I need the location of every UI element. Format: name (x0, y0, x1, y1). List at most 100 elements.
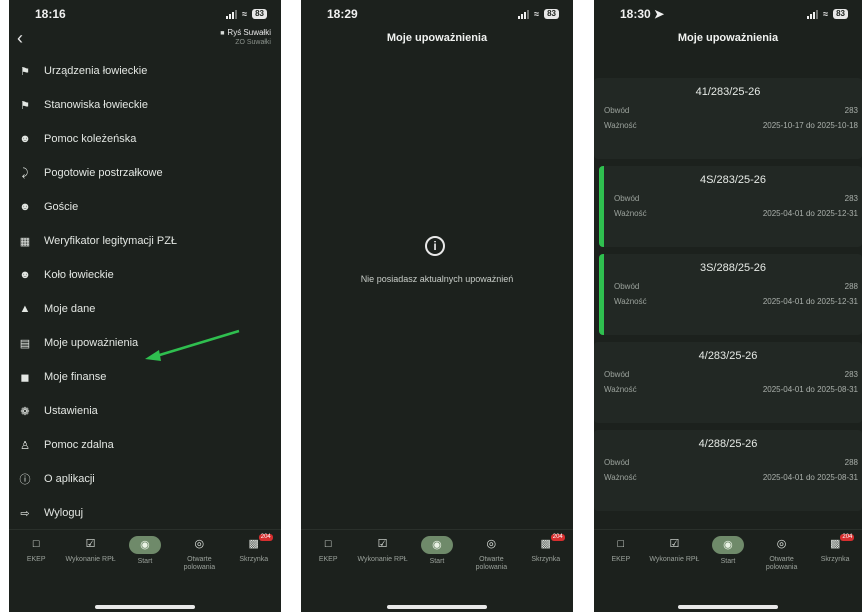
tab-start[interactable]: ◉ Start (701, 536, 755, 572)
status-time: 18:30 ➤ (620, 7, 665, 21)
field-label: Ważność (604, 473, 637, 482)
field-label: Ważność (614, 297, 647, 306)
document-icon: ▤ (19, 337, 31, 350)
tab-label: EKEP (318, 556, 338, 563)
club-icon: ☻ (19, 269, 31, 281)
menu-item-label: Moje finanse (44, 371, 107, 383)
menu-item-label: O aplikacji (44, 473, 95, 485)
menu-item-urzadzenia[interactable]: ⚑ Urządzenia łowieckie (9, 54, 281, 88)
signal-icon (226, 9, 238, 19)
guests-icon: ☻ (19, 201, 31, 213)
status-time: 18:29 (327, 7, 358, 21)
obwod-value: 283 (844, 194, 858, 203)
gear-icon: ❁ (20, 405, 30, 418)
home-badge-icon: ◉ (711, 536, 744, 554)
menu-item-label: Stanowiska łowieckie (44, 99, 148, 111)
empty-message: Nie posiadasz aktualnych upoważnień (360, 274, 514, 284)
tab-label: Otwarte polowania (475, 556, 508, 571)
authorization-card[interactable]: 4/283/25-26 Obwód 283 Ważność 2025-04-01 d… (594, 342, 862, 423)
tab-wykonanie-rpl[interactable]: ☑ Wykonanie RPŁ (648, 536, 702, 572)
page-title: Moje upoważnienia (386, 32, 488, 44)
field-label: Ważność (604, 385, 637, 394)
menu-item-moje-finanse[interactable]: ◼ Moje finanse (9, 360, 281, 394)
signal-icon (807, 9, 819, 19)
home-badge-icon: ◉ (128, 536, 161, 554)
menu-item-label: Pogotowie postrzałkowe (44, 167, 163, 179)
menu-item-pogotowie[interactable]: ⤸ Pogotowie postrzałkowe (9, 156, 281, 190)
tab-label: Start (137, 558, 153, 565)
tab-start[interactable]: ◉ Start (118, 536, 172, 572)
obwod-value: 283 (844, 106, 858, 115)
field-label: Obwód (604, 106, 630, 115)
tab-label: Start (720, 558, 736, 565)
wifi-icon: ≈ (242, 9, 248, 19)
waznosc-value: 2025-04-01 do 2025-12-31 (762, 297, 858, 306)
field-label: Obwód (614, 194, 640, 203)
field-label: Ważność (614, 209, 647, 218)
status-bar: 18:16 ≈ 83 (9, 0, 281, 28)
battery-icon: 83 (252, 9, 267, 19)
tab-start[interactable]: ◉ Start (410, 536, 464, 572)
tab-label: Skrzynka (239, 556, 269, 563)
authorization-card[interactable]: 4S/283/25-26 Obwód 283 Ważność 2025-04-01 … (599, 166, 862, 247)
page-title: Moje upoważnienia (677, 32, 779, 44)
tab-otwarte-polowania[interactable]: ◎ Otwarte polowania (755, 536, 809, 572)
club-name: Ryś Suwałki (227, 28, 271, 37)
menu-item-weryfikator[interactable]: ▦ Weryfikator legitymacji PZŁ (9, 224, 281, 258)
tab-label: Skrzynka (820, 556, 850, 563)
authorization-card[interactable]: 4/288/25-26 Obwód 288 Ważność 2025-04-01 d… (594, 430, 862, 511)
menu-item-goscie[interactable]: ☻ Goście (9, 190, 281, 224)
battery-icon: 83 (544, 9, 559, 19)
tab-otwarte-polowania[interactable]: ◎ Otwarte polowania (464, 536, 518, 572)
calendar-check-icon: ☑ (669, 538, 680, 550)
tab-skrzynka[interactable]: ▩ 204 Skrzynka (808, 534, 862, 572)
calendar-check-icon: ☑ (377, 538, 388, 550)
tab-label: Wykonanie RPŁ (649, 556, 700, 563)
tab-ekep[interactable]: □ EKEP (594, 536, 648, 572)
tab-wykonanie-rpl[interactable]: ☑ Wykonanie RPŁ (64, 536, 118, 572)
tab-label: EKEP (611, 556, 631, 563)
tab-skrzynka[interactable]: ▩ 204 Skrzynka (227, 534, 281, 572)
target-icon: ◎ (194, 538, 205, 550)
menu-item-stanowiska[interactable]: ⚑ Stanowiska łowieckie (9, 88, 281, 122)
bottom-tab-bar: □ EKEP ☑ Wykonanie RPŁ ◉ Start ◎ Otwarte pol… (594, 529, 862, 612)
tab-label: Skrzynka (531, 556, 561, 563)
obwod-value: 283 (844, 370, 858, 379)
menu-item-ustawienia[interactable]: ❁ Ustawienia (9, 394, 281, 428)
location-arrow-icon: ➤ (654, 7, 665, 21)
home-indicator (95, 605, 195, 609)
club-sub: ZO Suwałki (235, 39, 271, 46)
authorization-code: 4/288/25-26 (698, 438, 758, 450)
menu-item-label: Goście (44, 201, 79, 213)
people-icon: ☻ (19, 133, 31, 145)
calendar-check-icon: ☑ (85, 538, 96, 550)
unread-badge: 204 (550, 534, 565, 541)
field-label: Obwód (604, 370, 630, 379)
authorization-card[interactable]: 3S/288/25-26 Obwód 288 Ważność 2025-04-01 … (599, 254, 862, 335)
menu-item-pomoc-kolezenska[interactable]: ☻ Pomoc koleżeńska (9, 122, 281, 156)
menu-item-wyloguj[interactable]: ⇨ Wyloguj (9, 496, 281, 530)
tab-skrzynka[interactable]: ▩ 204 Skrzynka (519, 534, 573, 572)
menu-item-kolo[interactable]: ☻ Koło łowieckie (9, 258, 281, 292)
authorization-card[interactable]: 41/283/25-26 Obwód 283 Ważność 2025-10-17 … (594, 78, 862, 159)
menu-item-label: Weryfikator legitymacji PZŁ (44, 235, 178, 247)
tab-label: Start (429, 558, 445, 565)
ekep-icon: □ (617, 538, 625, 550)
menu-item-label: Moje upoważnienia (44, 337, 139, 349)
tab-ekep[interactable]: □ EKEP (301, 536, 355, 572)
menu-item-moje-dane[interactable]: ▲ Moje dane (9, 292, 281, 326)
phone-screen-menu: 18:16 ≈ 83 ‹ ■ Ryś Suwałki ZO Suwałki ⚑ Ur… (9, 0, 281, 612)
tab-ekep[interactable]: □ EKEP (9, 536, 63, 572)
menu-item-o-aplikacji[interactable]: ⓘ O aplikacji (9, 462, 281, 496)
waznosc-value: 2025-10-17 do 2025-10-18 (762, 121, 858, 130)
back-chevron-icon[interactable]: ‹ (17, 28, 23, 48)
flag-icon: ⚑ (20, 99, 30, 112)
tab-wykonanie-rpl[interactable]: ☑ Wykonanie RPŁ (356, 536, 410, 572)
menu-item-pomoc-zdalna[interactable]: ♙ Pomoc zdalna (9, 428, 281, 462)
home-badge-icon: ◉ (420, 536, 453, 554)
qr-scan-icon: ▦ (19, 235, 31, 248)
club-selector[interactable]: ■ Ryś Suwałki ZO Suwałki (220, 28, 271, 47)
hunting-stand-icon: ⚑ (20, 65, 30, 78)
tab-otwarte-polowania[interactable]: ◎ Otwarte polowania (172, 536, 226, 572)
waznosc-value: 2025-04-01 do 2025-12-31 (762, 209, 858, 218)
